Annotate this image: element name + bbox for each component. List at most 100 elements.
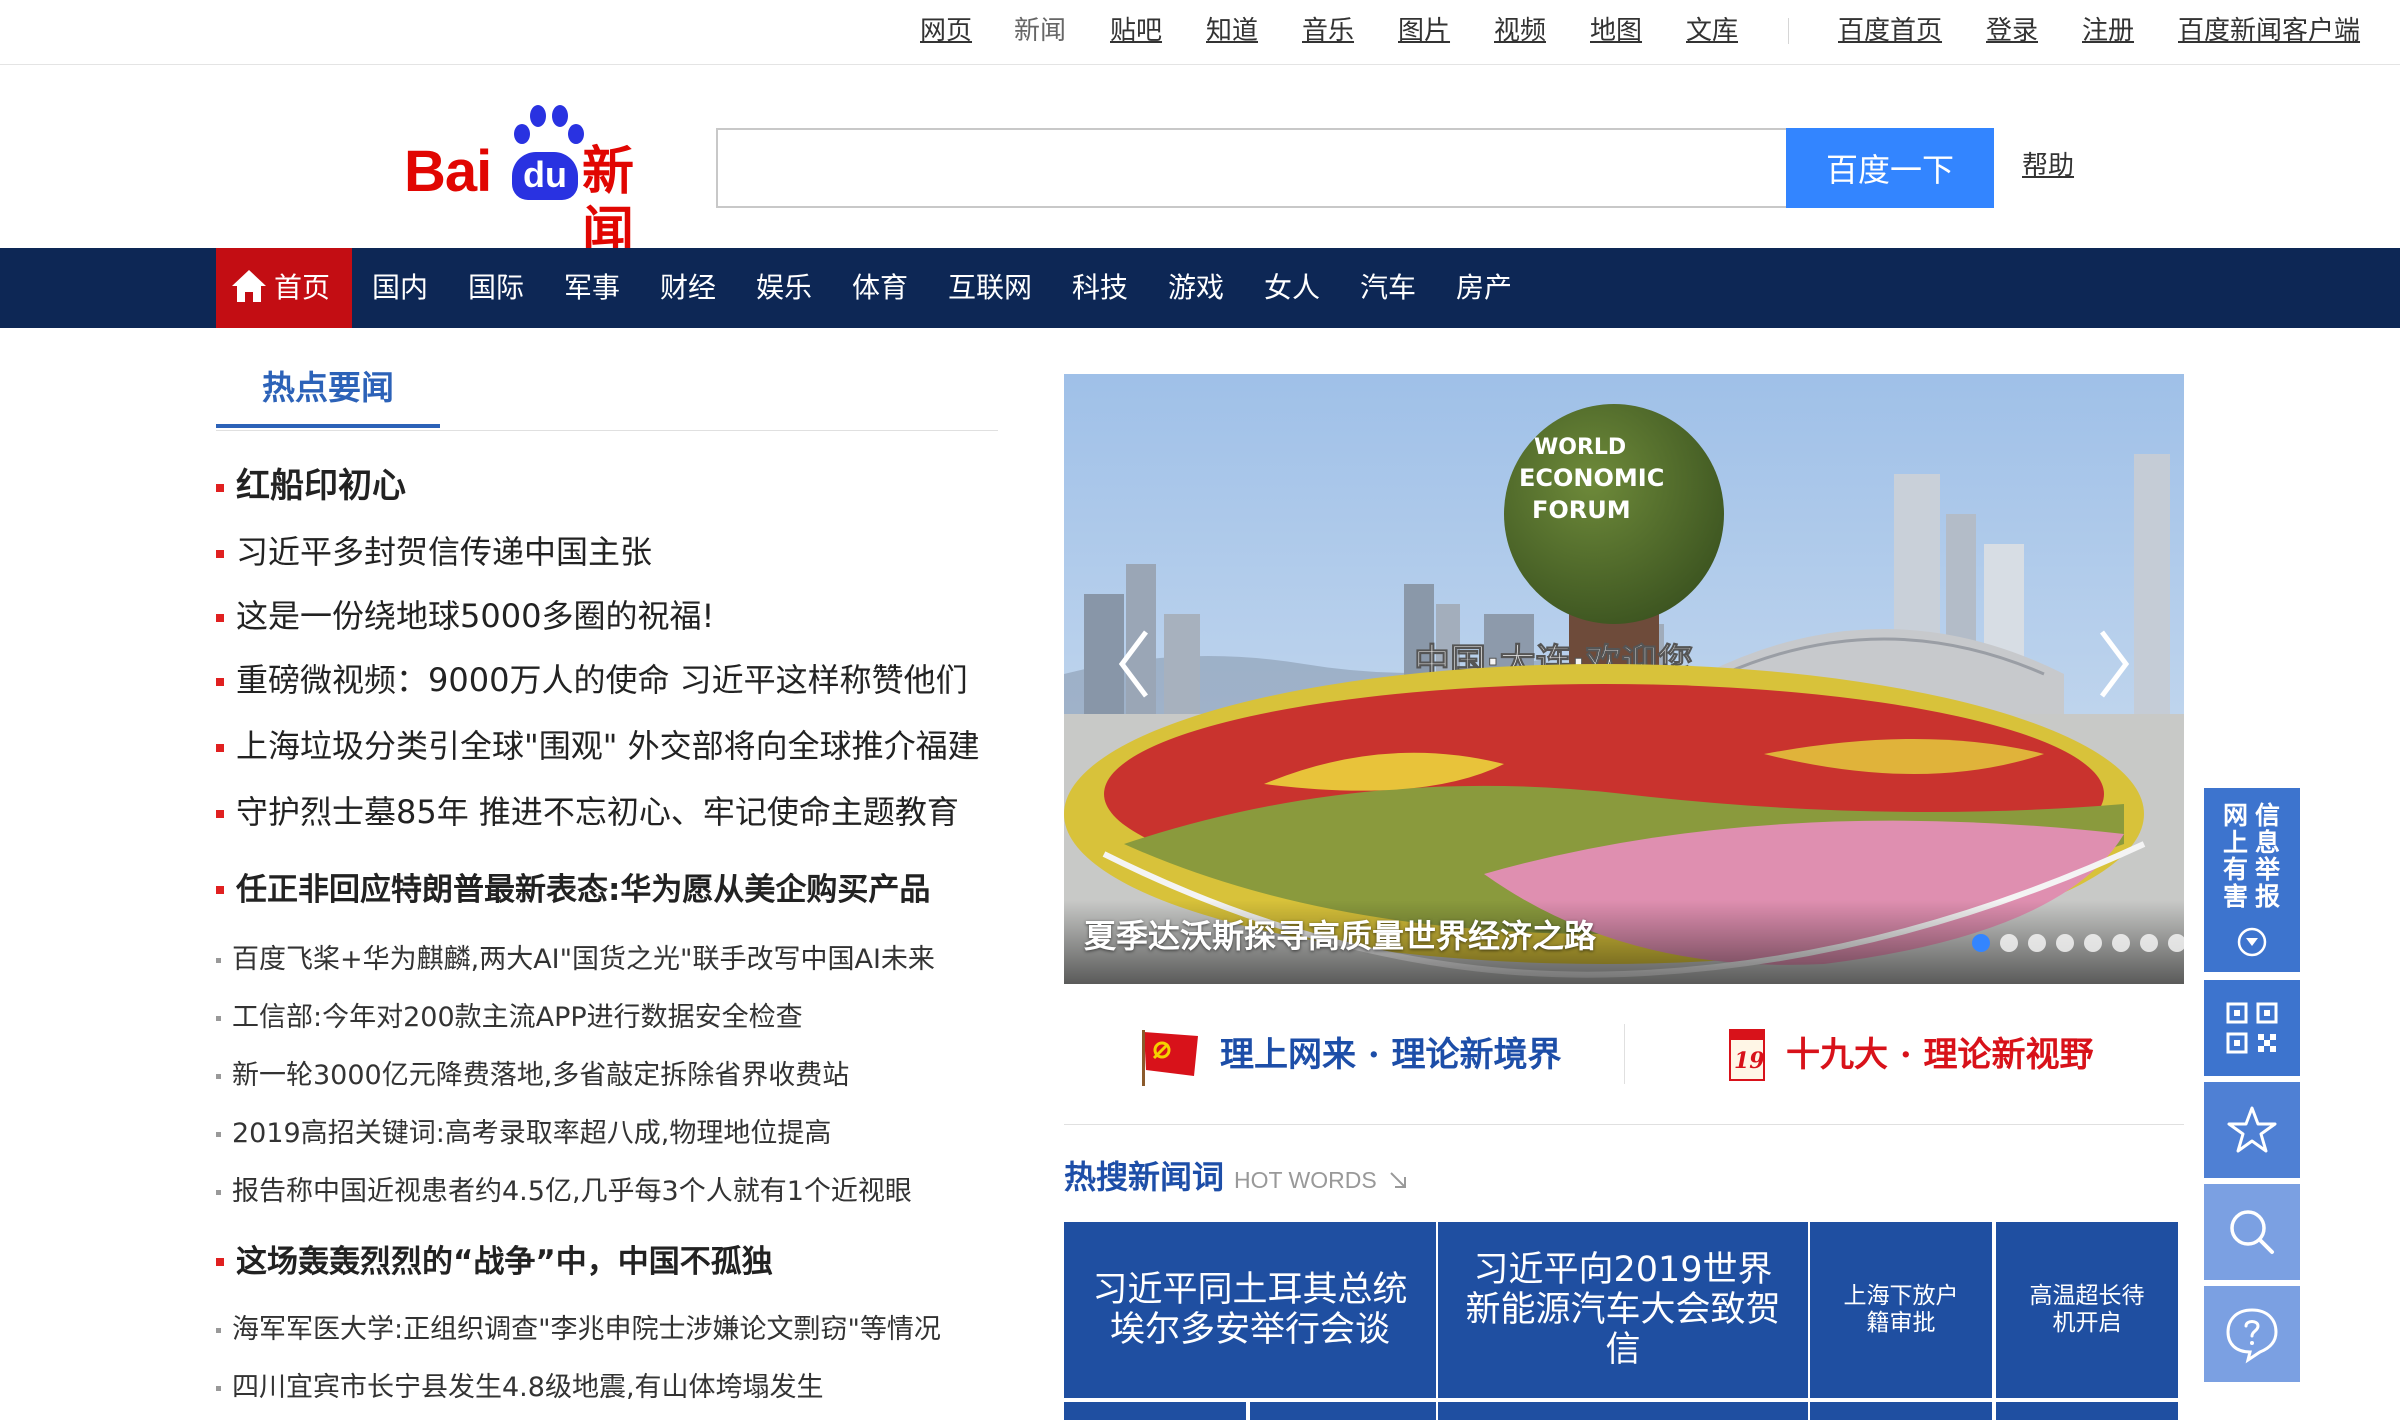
toplink-video[interactable]: 视频: [1494, 13, 1546, 49]
hot-words-title: 热搜新闻词: [1064, 1158, 1225, 1196]
list-item-text: 报告称中国近视患者约4.5亿,几乎每3个人就有1个近视眼: [232, 1176, 912, 1207]
globe-text-line2: ECONOMIC: [1519, 464, 1664, 492]
nav-finance[interactable]: 财经: [660, 248, 716, 328]
search-input[interactable]: [716, 128, 1787, 208]
bullet: [216, 1074, 221, 1079]
hot-word-tile[interactable]: [1438, 1402, 1808, 1420]
bullet: [216, 550, 224, 558]
list-item-text: 海军军医大学:正组织调查"李兆申院士涉嫌论文剽窃"等情况: [232, 1314, 941, 1345]
toplink-login[interactable]: 登录: [1986, 13, 2038, 49]
carousel-dot[interactable]: [1972, 934, 1990, 952]
section-divider: [216, 430, 998, 431]
carousel-dot[interactable]: [2140, 934, 2158, 952]
carousel-prev-arrow[interactable]: [1114, 624, 1154, 704]
photo-carousel[interactable]: WORLD ECONOMIC FORUM 中国·大连·欢迎您 夏季达沃斯探寻高质…: [1064, 374, 2184, 984]
nav-internet[interactable]: 互联网: [948, 248, 1032, 328]
nav-home[interactable]: 首页: [216, 248, 352, 328]
headline-text: 这是一份绕地球5000多圈的祝福!: [236, 597, 715, 635]
bullet: [216, 744, 224, 752]
channel-nav: 首页 国内 国际 军事 财经 娱乐 体育 互联网 科技 游戏 女人 汽车 房产: [0, 248, 2400, 328]
carousel-caption[interactable]: 夏季达沃斯探寻高质量世界经济之路: [1084, 914, 1596, 958]
carousel-dot[interactable]: [2168, 934, 2184, 952]
question-bubble-icon: [2226, 1308, 2278, 1364]
report-harmful-info-button[interactable]: 网上有害 信息举报: [2204, 788, 2300, 972]
hot-word-tile[interactable]: [1810, 1402, 1992, 1420]
help-link[interactable]: 帮助: [2022, 148, 2074, 184]
bullet: [216, 1016, 221, 1021]
toplink-web[interactable]: 网页: [920, 13, 972, 49]
logo-badge-du: du: [512, 152, 578, 200]
toplink-music[interactable]: 音乐: [1302, 13, 1354, 49]
party-flag-icon: [1142, 1030, 1198, 1086]
hot-word-tile[interactable]: [1996, 1402, 2178, 1420]
globe-text-line1: WORLD: [1534, 435, 1626, 460]
badge-number: 19: [1734, 1048, 1765, 1074]
headline-text: 习近平多封贺信传递中国主张: [236, 533, 653, 571]
nav-entertainment[interactable]: 娱乐: [756, 248, 812, 328]
bullet: [216, 1132, 221, 1137]
nav-house[interactable]: 房产: [1456, 248, 1512, 328]
qr-code-button[interactable]: [2204, 980, 2300, 1076]
bullet: [216, 1386, 221, 1391]
baidu-news-logo[interactable]: Bai du 新闻: [404, 104, 684, 262]
search-float-button[interactable]: [2204, 1184, 2300, 1280]
nav-women[interactable]: 女人: [1264, 248, 1320, 328]
top-link-bar: 网页 新闻 贴吧 知道 音乐 图片 视频 地图 文库 百度首页 登录 注册 百度…: [0, 0, 2400, 65]
toplink-news[interactable]: 新闻: [1014, 13, 1066, 49]
search-icon: [2230, 1210, 2274, 1254]
chevron-down-circle-icon: [2237, 927, 2267, 957]
home-icon: [232, 270, 266, 302]
section-divider: [1064, 1124, 2184, 1125]
bullet: [216, 678, 224, 686]
nav-tech[interactable]: 科技: [1072, 248, 1128, 328]
hot-words-subtitle: HOT WORDS: [1234, 1166, 1409, 1194]
toplink-images[interactable]: 图片: [1398, 13, 1450, 49]
bullet: [216, 1190, 221, 1195]
headline-text: 上海垃圾分类引全球"围观" 外交部将向全球推介福建: [236, 727, 980, 765]
nav-sports[interactable]: 体育: [852, 248, 908, 328]
carousel-dot[interactable]: [2084, 934, 2102, 952]
nav-international[interactable]: 国际: [468, 248, 524, 328]
nav-games[interactable]: 游戏: [1168, 248, 1224, 328]
carousel-dot[interactable]: [2056, 934, 2074, 952]
toplink-tieba[interactable]: 贴吧: [1110, 13, 1162, 49]
logo-text-news: 新闻: [582, 142, 635, 262]
bullet: [216, 958, 221, 963]
favorite-button[interactable]: [2204, 1082, 2300, 1178]
theory-banner-left[interactable]: 理上网来 · 理论新境界: [1136, 1020, 1606, 1090]
globe-text-line3: FORUM: [1532, 496, 1631, 524]
carousel-dot[interactable]: [2112, 934, 2130, 952]
star-icon: [2227, 1106, 2277, 1153]
toplink-map[interactable]: 地图: [1590, 13, 1642, 49]
toplink-register[interactable]: 注册: [2082, 13, 2134, 49]
carousel-next-arrow[interactable]: [2094, 624, 2134, 704]
bullet: [216, 886, 224, 894]
nav-domestic[interactable]: 国内: [372, 248, 428, 328]
theory-banner-right-text: 十九大 · 理论新视野: [1786, 1035, 2094, 1075]
toplink-news-app[interactable]: 百度新闻客户端: [2178, 13, 2360, 49]
hot-word-tile[interactable]: [1064, 1402, 1246, 1420]
list-item-text: 四川宜宾市长宁县发生4.8级地震,有山体垮塌发生: [232, 1372, 824, 1403]
headline-text: 守护烈士墓85年 推进不忘初心、牢记使命主题教育: [236, 793, 959, 831]
nav-auto[interactable]: 汽车: [1360, 248, 1416, 328]
hot-word-tile[interactable]: 高温超长待机开启: [1996, 1222, 2178, 1398]
hot-word-tile[interactable]: 习近平向2019世界新能源汽车大会致贺信: [1438, 1222, 1808, 1398]
nav-military[interactable]: 军事: [564, 248, 620, 328]
toplink-baidu-home[interactable]: 百度首页: [1838, 13, 1942, 49]
group-title-text: 这场轰轰烈烈的“战争”中，中国不孤独: [236, 1244, 773, 1280]
list-item-text: 工信部:今年对200款主流APP进行数据安全检查: [232, 1002, 803, 1033]
help-float-button[interactable]: [2204, 1286, 2300, 1382]
search-button[interactable]: 百度一下: [1786, 128, 1994, 208]
bullet: [216, 614, 224, 622]
tab-hot-news[interactable]: 热点要闻: [216, 360, 440, 428]
theory-banner-right[interactable]: 19 十九大 · 理论新视野: [1716, 1020, 2116, 1090]
carousel-dot[interactable]: [2000, 934, 2018, 952]
toplink-zhidao[interactable]: 知道: [1206, 13, 1258, 49]
list-item-text: 2019高招关键词:高考录取率超八成,物理地位提高: [232, 1118, 832, 1149]
carousel-dot[interactable]: [2028, 934, 2046, 952]
hot-word-tile[interactable]: 习近平同土耳其总统埃尔多安举行会谈: [1064, 1222, 1436, 1398]
theory-banner-left-text: 理上网来 · 理论新境界: [1220, 1035, 1562, 1075]
hot-word-tile[interactable]: 上海下放户籍审批: [1810, 1222, 1992, 1398]
toplink-wenku[interactable]: 文库: [1686, 13, 1738, 49]
hot-word-tile[interactable]: [1250, 1402, 1436, 1420]
